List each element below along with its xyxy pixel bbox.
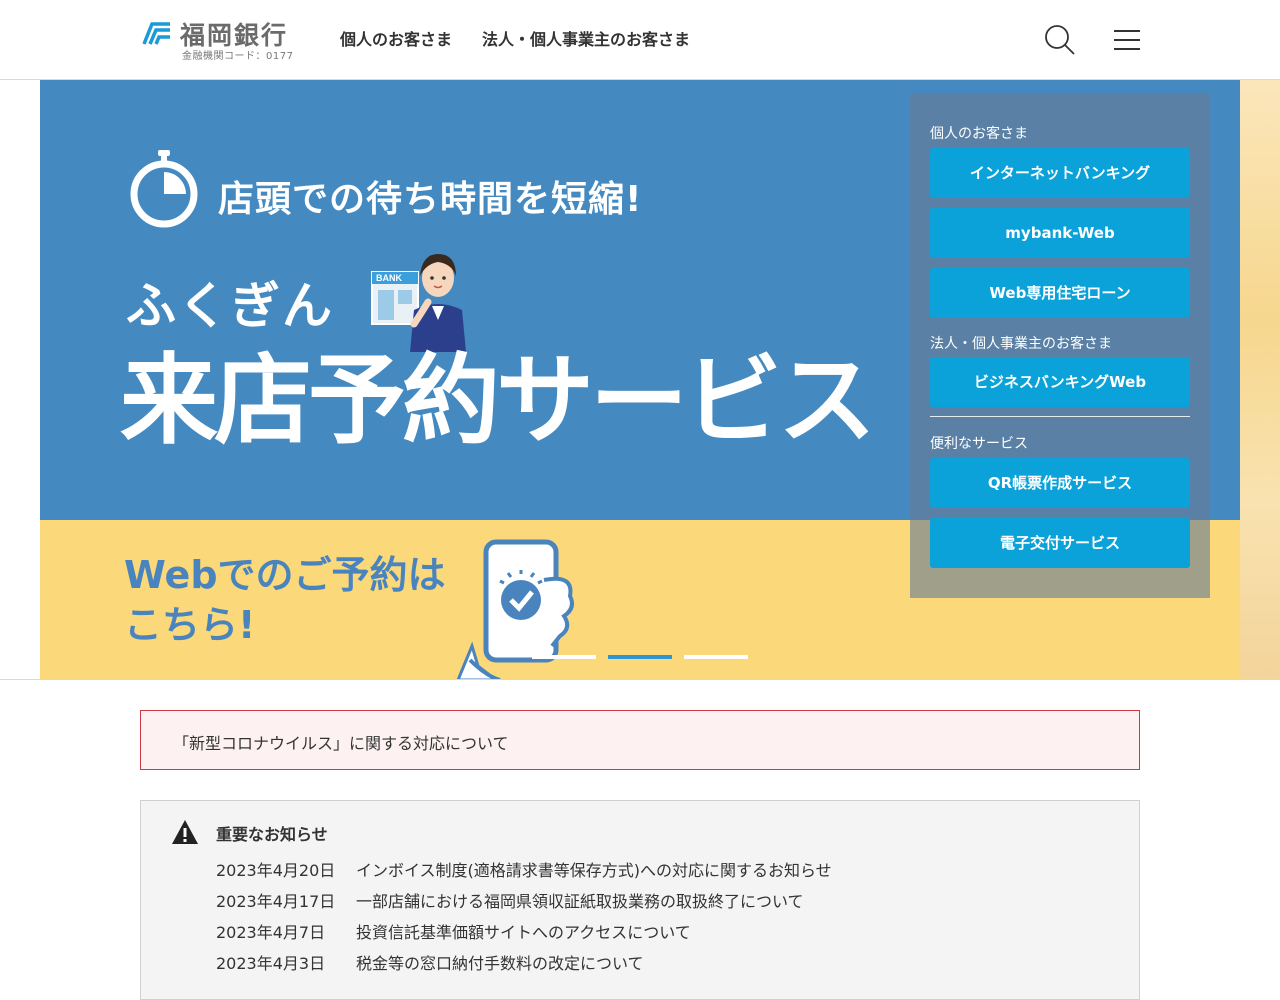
slider-indicators — [532, 655, 752, 661]
covid-notice-banner[interactable]: 「新型コロナウイルス」に関する対応について — [140, 710, 1140, 770]
slide-cta-text[interactable]: Webでのご予約は こちら! — [124, 550, 446, 650]
web-housing-loan-button[interactable]: Web専用住宅ローン — [930, 268, 1190, 318]
nav-business[interactable]: 法人・個人事業主のお客さま — [482, 26, 690, 50]
news-link[interactable]: 税金等の窓口納付手数料の改定について — [356, 950, 644, 974]
news-link[interactable]: インボイス制度(適格請求書等保存方式)への対応に関するお知らせ — [356, 857, 832, 881]
next-slide-edge[interactable] — [1240, 80, 1280, 679]
slide-cta-line-2: こちら! — [124, 603, 256, 647]
bank-sign-text: BANK — [376, 273, 402, 283]
slide-brand: ふくぎん — [126, 277, 334, 335]
mybank-web-button[interactable]: mybank-Web — [930, 208, 1190, 258]
nav-personal[interactable]: 個人のお客さま — [340, 26, 452, 50]
news-date: 2023年4月20日 — [216, 861, 336, 880]
slider-dot-2[interactable] — [608, 655, 672, 659]
internet-banking-button[interactable]: インターネットバンキング — [930, 148, 1190, 198]
hero-carousel: 店頭での待ち時間を短縮! ふくぎん BANK 来店予約サービス Webでのご予約… — [0, 80, 1280, 680]
menu-icon — [1114, 39, 1140, 41]
important-news-box: 重要なお知らせ 2023年4月20日 インボイス制度(適格請求書等保存方式)への… — [140, 800, 1140, 1000]
menu-icon — [1114, 30, 1140, 32]
business-banking-web-button[interactable]: ビジネスバンキングWeb — [930, 357, 1190, 407]
news-date: 2023年4月17日 — [216, 892, 336, 911]
bank-clerk-illustration-icon: BANK — [371, 254, 466, 352]
e-delivery-service-button[interactable]: 電子交付サービス — [930, 518, 1190, 568]
quick-links-divider — [930, 416, 1190, 417]
important-news-title: 重要なお知らせ — [216, 825, 328, 844]
bank-logo[interactable]: 福岡銀行 金融機関コード：0177 — [140, 16, 300, 62]
qr-form-service-button[interactable]: QR帳票作成サービス — [930, 458, 1190, 508]
site-header: 福岡銀行 金融機関コード：0177 個人のお客さま 法人・個人事業主のお客さま — [0, 0, 1280, 80]
quick-caption-business: 法人・個人事業主のお客さま — [930, 336, 1112, 352]
quick-caption-services: 便利なサービス — [930, 436, 1028, 452]
quick-caption-personal: 個人のお客さま — [930, 126, 1028, 142]
news-item[interactable]: 2023年4月3日 税金等の窓口納付手数料の改定について — [216, 950, 1096, 974]
news-item[interactable]: 2023年4月20日 インボイス制度(適格請求書等保存方式)への対応に関するお知… — [216, 857, 1096, 881]
menu-icon — [1114, 48, 1140, 50]
covid-notice-text: 「新型コロナウイルス」に関する対応について — [173, 734, 509, 753]
slide-heading: 店頭での待ち時間を短縮! — [218, 179, 643, 220]
news-link[interactable]: 投資信託基準価額サイトへのアクセスについて — [356, 919, 691, 943]
slider-dot-3[interactable] — [684, 655, 748, 659]
news-item[interactable]: 2023年4月7日 投資信託基準価額サイトへのアクセスについて — [216, 919, 1096, 943]
slider-dot-1[interactable] — [532, 655, 596, 659]
slide-service-title: 来店予約サービス — [120, 344, 876, 458]
news-date: 2023年4月3日 — [216, 954, 326, 973]
warning-icon — [172, 820, 198, 844]
clock-icon — [130, 150, 198, 228]
news-item[interactable]: 2023年4月17日 一部店舗における福岡県領収証紙取扱業務の取扱終了について — [216, 888, 1096, 912]
logo-mark-icon — [142, 22, 170, 45]
news-link[interactable]: 一部店舗における福岡県領収証紙取扱業務の取扱終了について — [356, 888, 804, 912]
menu-button[interactable] — [1112, 28, 1142, 52]
logo-bank-code: 金融機関コード：0177 — [182, 51, 294, 62]
slide-cta-line-1: Webでのご予約は — [124, 553, 446, 597]
news-date: 2023年4月7日 — [216, 923, 326, 942]
search-button[interactable] — [1044, 24, 1076, 56]
quick-links-panel: 個人のお客さま インターネットバンキング mybank-Web Web専用住宅ロ… — [910, 93, 1210, 598]
prev-slide-edge[interactable] — [0, 80, 40, 679]
search-icon — [1045, 25, 1075, 55]
